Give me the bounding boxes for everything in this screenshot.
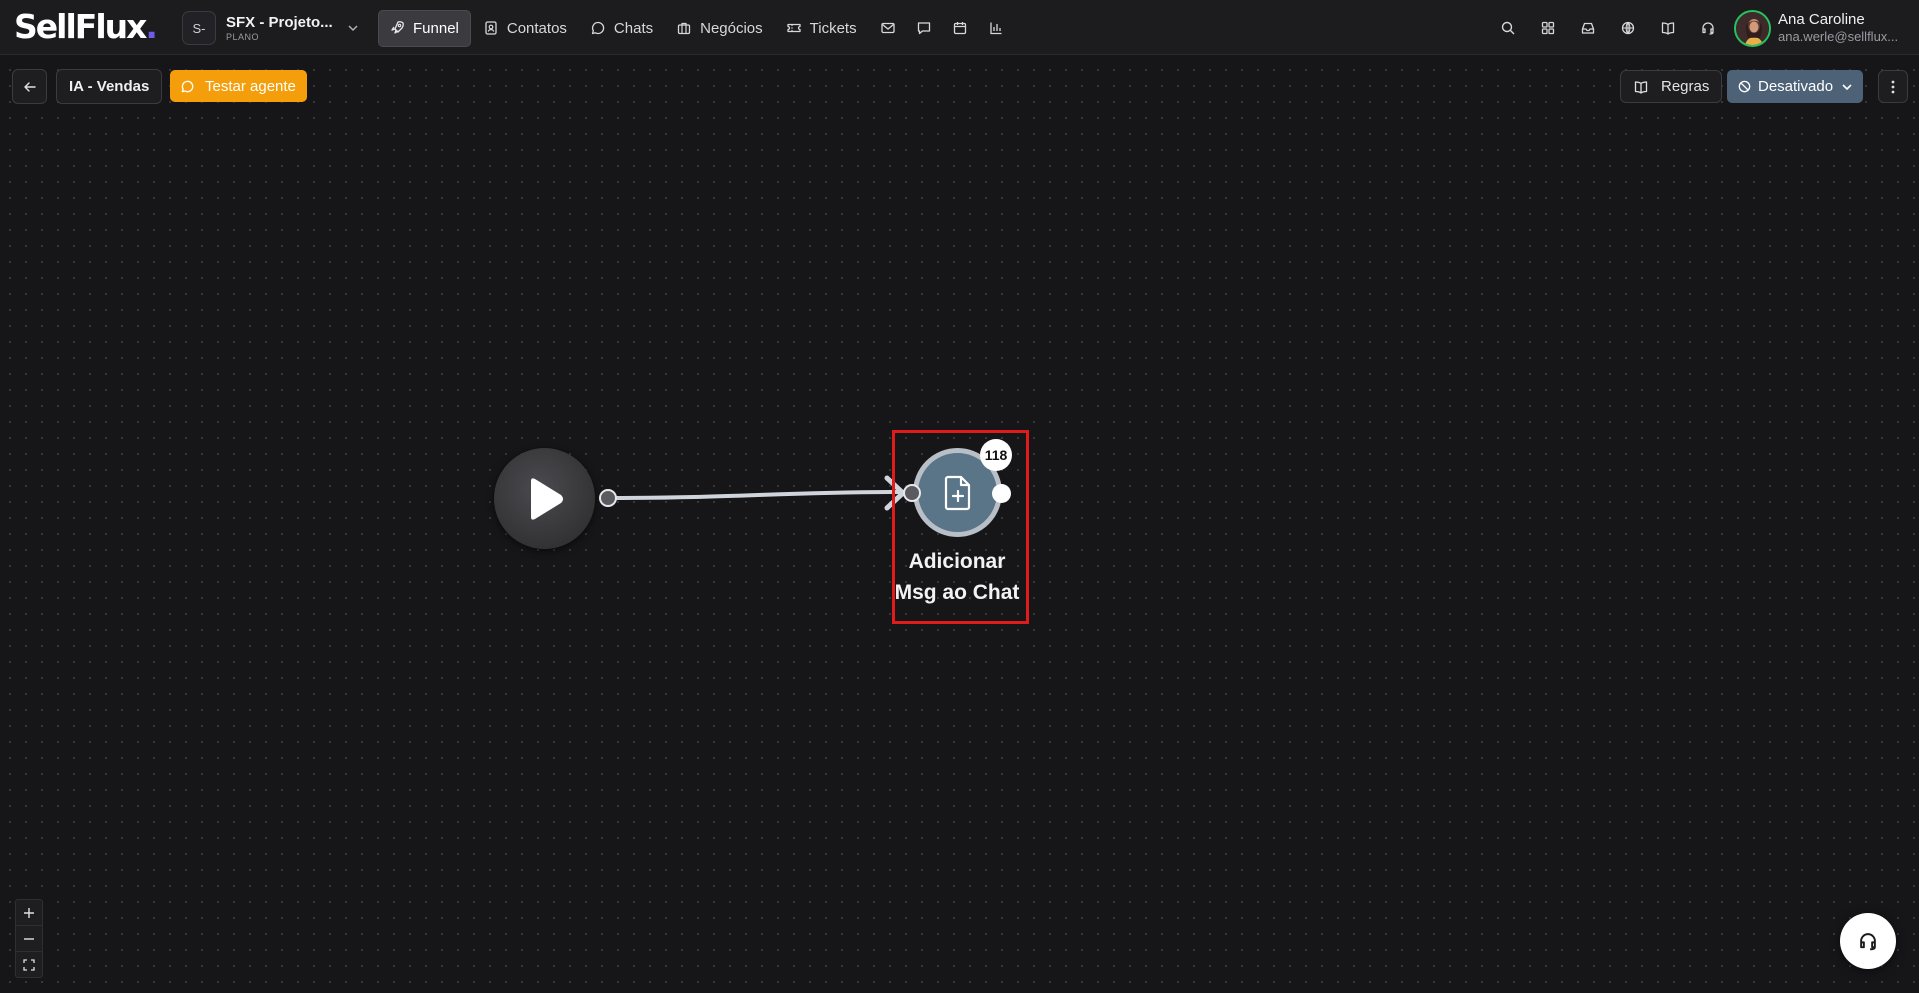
arrow-left-icon	[23, 81, 36, 92]
headset-icon	[1860, 933, 1876, 951]
node-input-handle[interactable]	[903, 484, 921, 502]
book-open-icon	[1634, 80, 1648, 94]
node-label: Adicionar Msg ao Chat	[892, 546, 1022, 608]
fullscreen-icon	[23, 958, 35, 971]
node-count-badge: 118	[980, 439, 1012, 471]
play-icon	[530, 477, 563, 520]
ban-icon	[1738, 80, 1751, 93]
chevron-down-icon	[1842, 83, 1852, 90]
zoom-controls	[15, 899, 43, 978]
file-plus-icon	[944, 475, 970, 510]
node-output-handle[interactable]	[992, 484, 1011, 503]
zoom-out-button[interactable]	[16, 926, 42, 952]
chat-bubble-icon	[181, 80, 194, 92]
support-chat-button[interactable]	[1840, 913, 1896, 969]
plus-icon	[24, 907, 34, 918]
minus-icon	[24, 937, 34, 940]
start-node[interactable]	[494, 448, 595, 549]
flow-name[interactable]: IA - Vendas	[56, 69, 163, 104]
test-agent-label: Testar agente	[205, 77, 296, 95]
status-dropdown[interactable]: Desativado	[1727, 70, 1864, 103]
more-vertical-icon	[1891, 80, 1895, 93]
start-node-output-handle[interactable]	[599, 489, 617, 507]
zoom-in-button[interactable]	[16, 900, 42, 926]
fit-view-button[interactable]	[16, 952, 42, 977]
flow-edge	[607, 490, 901, 500]
rules-label: Regras	[1661, 78, 1710, 95]
more-options-button[interactable]	[1878, 70, 1908, 103]
node-label-line2: Msg ao Chat	[894, 581, 1020, 604]
node-label-line1: Adicionar	[908, 550, 1006, 573]
rules-button[interactable]: Regras	[1620, 70, 1723, 103]
status-label: Desativado	[1758, 78, 1834, 95]
back-button[interactable]	[12, 69, 47, 104]
test-agent-button[interactable]: Testar agente	[170, 70, 307, 102]
